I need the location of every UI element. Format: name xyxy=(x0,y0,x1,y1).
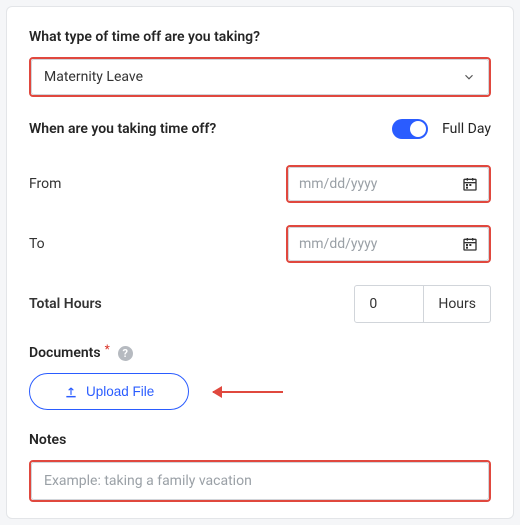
time-off-type-select[interactable]: Maternity Leave xyxy=(31,59,489,95)
to-date-placeholder: mm/dd/yyyy xyxy=(299,236,377,252)
from-date-input[interactable]: mm/dd/yyyy xyxy=(288,167,489,201)
to-label: To xyxy=(29,236,149,252)
upload-button-label: Upload File xyxy=(86,384,154,399)
from-date-highlight: mm/dd/yyyy xyxy=(286,165,491,203)
total-hours-group: 0 Hours xyxy=(354,285,491,323)
notes-label: Notes xyxy=(29,432,491,448)
total-hours-label: Total Hours xyxy=(29,296,149,312)
calendar-icon xyxy=(462,176,478,192)
chevron-down-icon xyxy=(462,70,476,84)
time-off-form: What type of time off are you taking? Ma… xyxy=(6,6,514,519)
notes-input[interactable]: Example: taking a family vacation xyxy=(31,462,489,500)
annotation-arrow xyxy=(213,391,283,393)
from-label: From xyxy=(29,176,149,192)
upload-icon xyxy=(64,385,78,399)
total-hours-unit: Hours xyxy=(424,285,491,323)
calendar-icon xyxy=(462,236,478,252)
from-date-placeholder: mm/dd/yyyy xyxy=(299,176,377,192)
total-hours-value[interactable]: 0 xyxy=(354,285,424,323)
documents-label: Documents xyxy=(29,345,101,361)
type-select-highlight: Maternity Leave xyxy=(29,57,491,97)
full-day-label: Full Day xyxy=(442,121,491,137)
when-label: When are you taking time off? xyxy=(29,121,216,137)
full-day-toggle[interactable] xyxy=(392,119,428,139)
help-icon[interactable]: ? xyxy=(118,346,133,361)
notes-placeholder: Example: taking a family vacation xyxy=(44,473,252,489)
to-date-input[interactable]: mm/dd/yyyy xyxy=(288,227,489,261)
upload-file-button[interactable]: Upload File xyxy=(29,373,189,410)
required-asterisk: * xyxy=(105,342,110,356)
notes-highlight: Example: taking a family vacation xyxy=(29,460,491,502)
time-off-type-value: Maternity Leave xyxy=(44,69,143,85)
to-date-highlight: mm/dd/yyyy xyxy=(286,225,491,263)
type-label: What type of time off are you taking? xyxy=(29,29,491,45)
